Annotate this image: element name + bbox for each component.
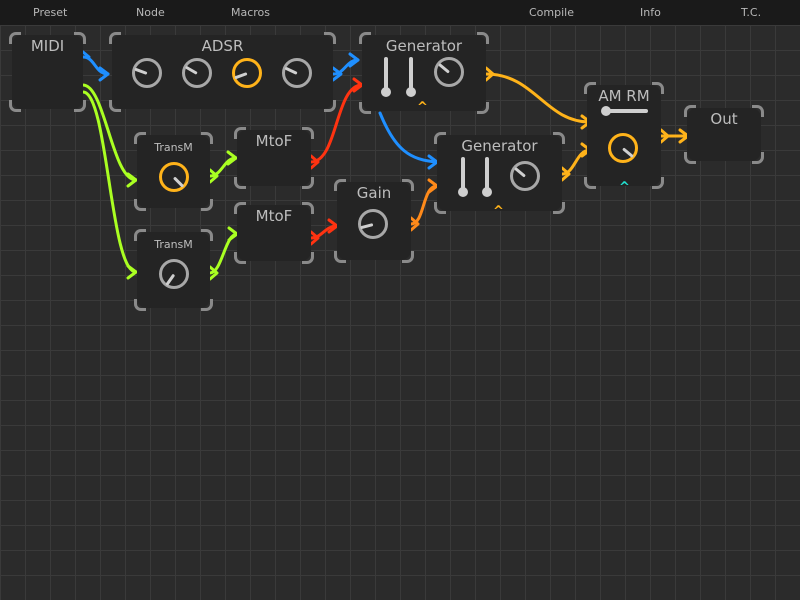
node-title: MtoF [255, 207, 293, 225]
waveform-caret-icon[interactable]: ^ [493, 205, 504, 218]
node-title: Generator [461, 137, 538, 155]
node-mtof-1[interactable]: MtoF [234, 127, 314, 189]
transpose-knob-1[interactable] [159, 162, 189, 192]
node-gain[interactable]: Gain [334, 179, 414, 263]
transpose-knob-2[interactable] [159, 259, 189, 289]
attack-knob[interactable] [132, 58, 162, 88]
generator-slider-1[interactable] [381, 57, 391, 97]
am-rm-knob[interactable] [608, 133, 638, 163]
sustain-knob[interactable] [232, 58, 262, 88]
node-am-rm[interactable]: AM RM ^ [584, 82, 664, 194]
mode-caret-icon[interactable]: ^ [619, 181, 630, 194]
node-title: AM RM [598, 87, 650, 105]
node-transm-2[interactable]: TransM [134, 229, 213, 311]
generator-knob[interactable] [434, 57, 464, 87]
node-adsr[interactable]: ADSR [109, 32, 336, 112]
menu-bar: Preset Node Macros Compile Info T.C. [0, 0, 800, 25]
node-title: TransM [154, 141, 193, 154]
menu-info[interactable]: Info [640, 6, 661, 19]
menu-preset[interactable]: Preset [33, 6, 67, 19]
release-knob[interactable] [282, 58, 312, 88]
node-title: Gain [356, 184, 392, 202]
generator2-slider-2[interactable] [482, 157, 492, 197]
menu-tc[interactable]: T.C. [741, 6, 761, 19]
node-title: MtoF [255, 132, 293, 150]
menu-compile[interactable]: Compile [529, 6, 574, 19]
node-midi[interactable]: MIDI [9, 32, 86, 112]
waveform-caret-icon[interactable]: ^ [417, 101, 428, 114]
generator-slider-2[interactable] [406, 57, 416, 97]
node-title: Out [710, 110, 738, 128]
node-title: ADSR [201, 37, 244, 55]
decay-knob[interactable] [182, 58, 212, 88]
node-title: TransM [154, 238, 193, 251]
node-title: MIDI [30, 37, 65, 55]
am-rm-mix-slider[interactable] [601, 106, 648, 116]
generator2-slider-1[interactable] [458, 157, 468, 197]
node-out[interactable]: Out [684, 105, 764, 164]
menu-macros[interactable]: Macros [231, 6, 270, 19]
node-mtof-2[interactable]: MtoF [234, 202, 314, 264]
generator2-knob[interactable] [510, 161, 540, 191]
node-title: Generator [385, 37, 463, 55]
gain-knob[interactable] [358, 209, 388, 239]
menu-node[interactable]: Node [136, 6, 165, 19]
node-generator[interactable]: Generator ^ [359, 32, 489, 114]
node-transm-1[interactable]: TransM [134, 132, 213, 211]
node-generator-2[interactable]: Generator ^ [434, 132, 565, 218]
